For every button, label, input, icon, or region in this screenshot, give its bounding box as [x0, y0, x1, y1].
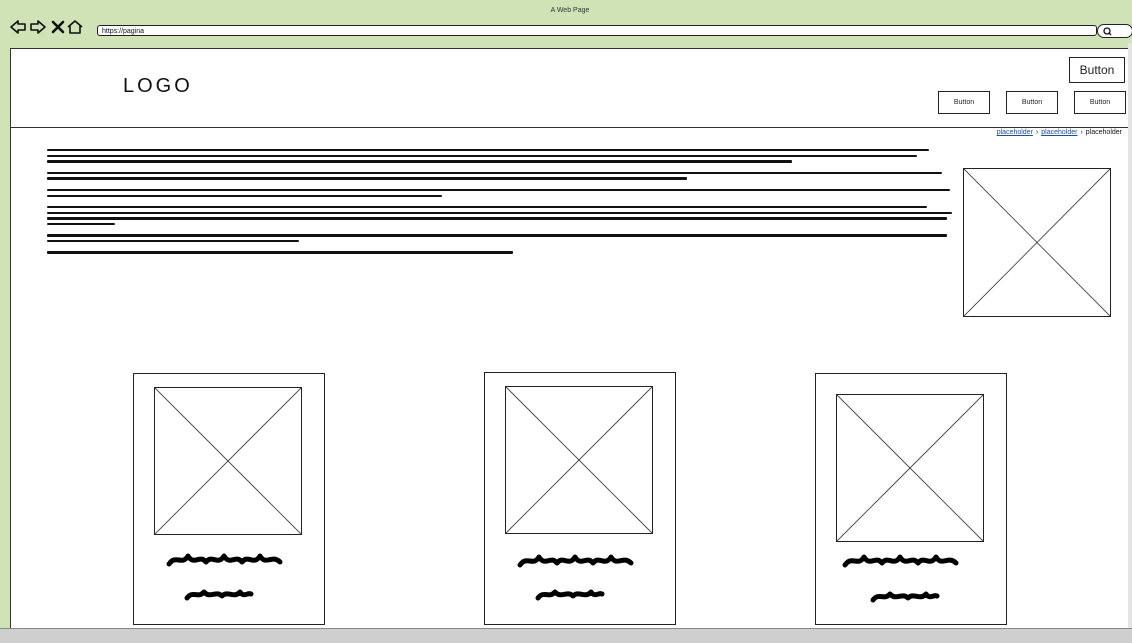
breadcrumb-separator: ›	[1080, 129, 1083, 136]
image-placeholder-cross-icon	[506, 387, 652, 533]
text-line	[47, 149, 929, 152]
text-line	[47, 160, 792, 163]
breadcrumb-separator: ›	[1035, 129, 1039, 136]
text-line	[47, 154, 917, 158]
card-title-scribble	[166, 553, 283, 567]
nav-button-1[interactable]: Button	[938, 91, 990, 114]
text-line	[47, 171, 942, 175]
url-bar[interactable]: https://pagina	[97, 25, 1097, 36]
breadcrumb-link-1[interactable]: placeholder	[997, 129, 1033, 136]
card-image-placeholder	[154, 387, 302, 535]
nav-button-3[interactable]: Button	[1074, 91, 1126, 114]
header-divider	[11, 127, 1128, 128]
breadcrumb-current: placeholder	[1085, 129, 1122, 136]
breadcrumb-link-2[interactable]: placeholder	[1041, 129, 1077, 136]
card-image-placeholder	[505, 386, 653, 534]
text-line	[47, 194, 442, 197]
status-bar	[0, 628, 1132, 643]
product-card[interactable]	[133, 373, 325, 625]
card-subtitle-scribble	[535, 589, 605, 601]
image-placeholder-cross-icon	[837, 395, 983, 541]
text-paragraph	[47, 188, 957, 197]
text-line	[47, 211, 952, 214]
nav-button-2[interactable]: Button	[1006, 91, 1058, 114]
text-line	[47, 177, 687, 180]
breadcrumb: placeholder › placeholder › placeholder	[997, 129, 1122, 136]
forward-arrow-icon[interactable]	[29, 19, 47, 35]
window-title: A Web Page	[550, 7, 590, 14]
vertical-scrollbar[interactable]	[1128, 43, 1132, 628]
text-line	[47, 240, 299, 243]
text-paragraph	[47, 149, 957, 163]
text-paragraph	[47, 251, 957, 254]
card-title-scribble	[842, 554, 959, 568]
card-subtitle-scribble	[184, 589, 254, 601]
text-paragraph	[47, 171, 957, 180]
product-card[interactable]	[484, 372, 676, 625]
search-box[interactable]	[1097, 24, 1132, 38]
logo: LOGO	[123, 75, 193, 97]
image-placeholder-cross-icon	[155, 388, 301, 534]
text-line	[47, 234, 947, 237]
web-page-canvas: LOGO Button Button Button Button placeho…	[10, 48, 1129, 633]
text-line	[47, 222, 115, 226]
home-icon[interactable]	[66, 19, 84, 35]
image-placeholder	[963, 168, 1111, 317]
browser-window: A Web Page https://pagina LOGO Button Bu…	[8, 5, 1132, 642]
text-line	[47, 188, 950, 192]
search-icon	[1103, 27, 1112, 36]
text-line	[47, 205, 927, 209]
text-line	[47, 251, 513, 254]
close-icon[interactable]	[49, 19, 67, 35]
text-line	[47, 217, 947, 220]
body-text	[47, 149, 957, 263]
product-card[interactable]	[815, 373, 1007, 625]
card-subtitle-scribble	[870, 591, 940, 603]
card-title-scribble	[517, 554, 634, 568]
text-paragraph	[47, 205, 957, 226]
back-arrow-icon[interactable]	[9, 19, 27, 35]
text-paragraph	[47, 234, 957, 243]
image-placeholder-cross-icon	[964, 169, 1110, 316]
primary-button[interactable]: Button	[1069, 57, 1125, 83]
card-image-placeholder	[836, 394, 984, 542]
